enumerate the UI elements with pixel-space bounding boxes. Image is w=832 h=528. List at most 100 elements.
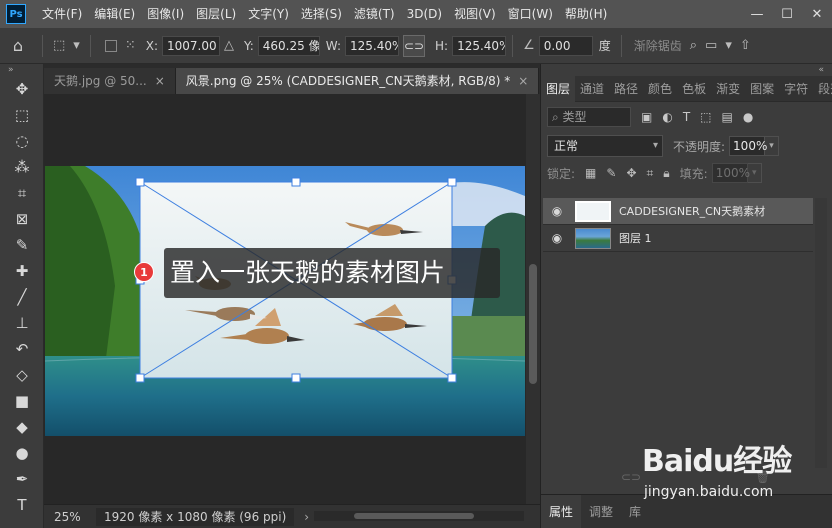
search-icon[interactable]: ⌕	[690, 38, 697, 53]
close-icon[interactable]: ×	[518, 74, 528, 88]
y-input[interactable]: 460.25 像素	[257, 35, 320, 56]
minimize-button[interactable]: —	[742, 0, 772, 28]
lock-position-icon[interactable]: ✥	[626, 166, 636, 180]
angle-input[interactable]: 0.00	[538, 35, 593, 56]
tab-paragraph[interactable]: 段落	[813, 76, 832, 102]
menu-select[interactable]: 选择(S)	[295, 0, 348, 28]
reference-point-icon[interactable]: ⬚	[53, 38, 65, 53]
chevron-down-icon[interactable]: ▾	[73, 38, 80, 53]
reference-point-checkbox[interactable]	[104, 39, 117, 52]
move-tool-icon[interactable]: ✥	[0, 76, 44, 102]
smart-object-filter-icon[interactable]: ▤	[722, 110, 733, 124]
eye-icon[interactable]: ◉	[543, 231, 571, 245]
menu-3d[interactable]: 3D(D)	[401, 0, 448, 28]
tab-paths[interactable]: 路径	[609, 76, 643, 102]
maximize-button[interactable]: ☐	[772, 0, 802, 28]
menu-filter[interactable]: 滤镜(T)	[348, 0, 401, 28]
lock-image-icon[interactable]: ✎	[606, 166, 616, 180]
menu-window[interactable]: 窗口(W)	[502, 0, 559, 28]
home-icon[interactable]: ⌂	[0, 28, 36, 64]
canvas-area[interactable]: 1 置入一张天鹅的素材图片	[44, 94, 540, 504]
menu-image[interactable]: 图像(I)	[141, 0, 190, 28]
close-button[interactable]: ✕	[802, 0, 832, 28]
collapse-icon[interactable]: »	[0, 64, 43, 76]
delta-icon[interactable]: △	[224, 38, 234, 53]
chevron-right-icon[interactable]: ›	[304, 510, 309, 524]
height-input[interactable]: 125.40%	[452, 35, 507, 56]
scrollbar-thumb[interactable]	[529, 264, 537, 384]
layer-row-layer1[interactable]: ◉ 图层 1	[543, 225, 813, 252]
panel-scrollbar[interactable]	[815, 198, 827, 468]
menu-help[interactable]: 帮助(H)	[559, 0, 613, 28]
adjustment-filter-icon[interactable]: ◐	[662, 110, 672, 124]
workspace-icon[interactable]: ▭	[705, 38, 717, 53]
width-input[interactable]: 125.40%	[345, 35, 399, 56]
tab-swan-jpg[interactable]: 天鹅.jpg @ 50... ×	[44, 68, 176, 94]
pen-tool-icon[interactable]: ✒	[0, 466, 44, 492]
opacity-input[interactable]: 100%	[729, 136, 767, 156]
lock-artboard-icon[interactable]: ⌗	[647, 166, 654, 181]
chevron-down-icon[interactable]: ▾	[725, 38, 732, 53]
layer-name[interactable]: CADDESIGNER_CN天鹅素材	[619, 203, 765, 219]
tab-patterns[interactable]: 图案	[745, 76, 779, 102]
magic-wand-tool-icon[interactable]: ⁂	[0, 154, 44, 180]
vertical-scrollbar[interactable]	[526, 94, 540, 504]
lasso-tool-icon[interactable]: ◌	[0, 128, 44, 154]
chevron-down-icon[interactable]: ▾	[747, 163, 762, 183]
menu-layer[interactable]: 图层(L)	[190, 0, 242, 28]
filter-kind-select[interactable]: ⌕ 类型	[547, 107, 631, 127]
crop-tool-icon[interactable]: ⌗	[0, 180, 44, 206]
tab-properties[interactable]: 属性	[541, 494, 582, 528]
eyedropper-tool-icon[interactable]: ✎	[0, 232, 44, 258]
healing-brush-tool-icon[interactable]: ✚	[0, 258, 44, 284]
blend-mode-select[interactable]: 正常 ▾	[547, 135, 663, 157]
menu-file[interactable]: 文件(F)	[36, 0, 88, 28]
share-icon[interactable]: ⇧	[740, 38, 751, 53]
eraser-tool-icon[interactable]: ◇	[0, 362, 44, 388]
lock-transparent-icon[interactable]: ▦	[585, 166, 596, 180]
close-icon[interactable]: ×	[155, 74, 165, 88]
layer-name[interactable]: 图层 1	[619, 230, 652, 246]
frame-tool-icon[interactable]: ⊠	[0, 206, 44, 232]
tab-gradients[interactable]: 渐变	[711, 76, 745, 102]
history-brush-tool-icon[interactable]: ↶	[0, 336, 44, 362]
interpolation-label[interactable]: 渐除锯齿	[634, 37, 682, 54]
chevron-down-icon[interactable]: ▾	[765, 136, 780, 156]
tab-adjustments[interactable]: 调整	[581, 495, 621, 528]
menu-edit[interactable]: 编辑(E)	[88, 0, 141, 28]
tab-scenery-png[interactable]: 风景.png @ 25% (CADDESIGNER_CN天鹅素材, RGB/8)…	[175, 68, 540, 94]
scrollbar-thumb[interactable]	[354, 513, 474, 519]
dodge-tool-icon[interactable]: ●	[0, 440, 44, 466]
reference-grid-icon[interactable]: ⁙	[125, 38, 136, 53]
menu-view[interactable]: 视图(V)	[448, 0, 502, 28]
horizontal-scrollbar[interactable]	[314, 511, 524, 521]
fill-input[interactable]: 100%	[711, 163, 750, 183]
document-canvas[interactable]	[45, 166, 525, 436]
blur-tool-icon[interactable]: ◆	[0, 414, 44, 440]
shape-filter-icon[interactable]: ⬚	[700, 110, 711, 124]
link-layers-icon[interactable]: ⊂⊃	[621, 470, 641, 484]
layer-thumbnail	[575, 227, 611, 249]
link-icon[interactable]: ⊂⊃	[403, 34, 425, 57]
document-info[interactable]: 1920 像素 x 1080 像素 (96 ppi)	[96, 507, 295, 526]
image-filter-icon[interactable]: ▣	[641, 110, 652, 124]
tab-color[interactable]: 颜色	[643, 76, 677, 102]
tab-channels[interactable]: 通道	[575, 76, 609, 102]
zoom-level[interactable]: 25%	[44, 510, 92, 524]
marquee-tool-icon[interactable]: ⬚	[0, 102, 44, 128]
type-tool-icon[interactable]: T	[0, 492, 44, 518]
tab-character[interactable]: 字符	[779, 76, 813, 102]
tab-swatches[interactable]: 色板	[677, 76, 711, 102]
tab-layers[interactable]: 图层	[541, 75, 576, 102]
lock-all-icon[interactable]: 🔒︎	[663, 166, 669, 181]
menu-type[interactable]: 文字(Y)	[242, 0, 295, 28]
filter-toggle-icon[interactable]: ●	[743, 110, 753, 124]
x-input[interactable]: 1007.00 像	[162, 35, 220, 56]
eye-icon[interactable]: ◉	[543, 204, 571, 218]
gradient-tool-icon[interactable]: ■	[0, 388, 44, 414]
brush-tool-icon[interactable]: ╱	[0, 284, 44, 310]
clone-stamp-tool-icon[interactable]: ⊥	[0, 310, 44, 336]
type-filter-icon[interactable]: T	[683, 110, 690, 124]
collapse-icon[interactable]: «	[541, 64, 832, 76]
layer-row-swan[interactable]: ◉ CADDESIGNER_CN天鹅素材	[543, 198, 813, 225]
